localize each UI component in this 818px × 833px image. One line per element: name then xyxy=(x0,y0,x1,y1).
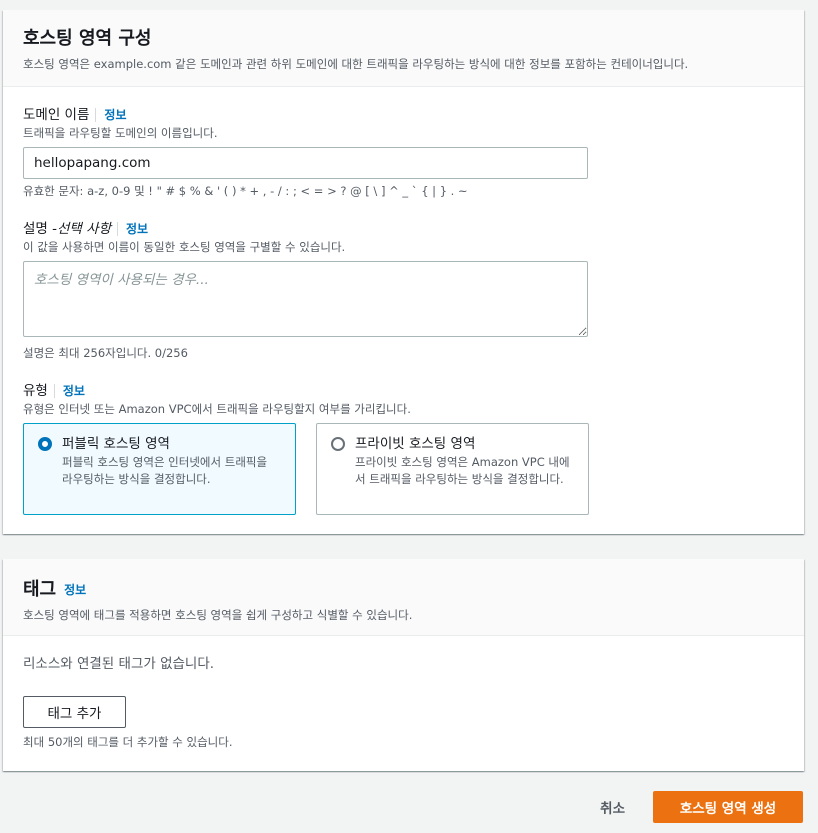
domain-name-description: 트래픽을 라우팅할 도메인의 이름입니다. xyxy=(23,126,218,140)
domain-name-field: 도메인 이름 정보 트래픽을 라우팅할 도메인의 이름입니다. 유효한 문자: … xyxy=(23,105,784,199)
description-field: 설명 - 선택 사항 정보 이 값을 사용하면 이름이 동일한 호스팅 영역을 … xyxy=(23,219,784,361)
add-tag-button[interactable]: 태그 추가 xyxy=(23,696,126,728)
description-info-link[interactable]: 정보 xyxy=(117,222,148,236)
description-textarea[interactable] xyxy=(23,261,588,337)
private-tile-description: 프라이빗 호스팅 영역은 Amazon VPC 내에서 트래픽을 라우팅하는 방… xyxy=(355,455,570,486)
type-field: 유형 정보 유형은 인터넷 또는 Amazon VPC에서 트래픽을 라우팅할지… xyxy=(23,381,784,515)
public-tile-title: 퍼블릭 호스팅 영역 xyxy=(62,436,170,452)
tags-title-row: 태그 정보 xyxy=(23,577,784,603)
public-tile-content: 퍼블릭 호스팅 영역 퍼블릭 호스팅 영역은 인터넷에서 트래픽을 라우팅하는 … xyxy=(62,434,281,488)
public-tile-description: 퍼블릭 호스팅 영역은 인터넷에서 트래픽을 라우팅하는 방식을 결정합니다. xyxy=(62,455,268,486)
tags-title: 태그 xyxy=(23,579,57,600)
private-tile-content: 프라이빗 호스팅 영역 프라이빗 호스팅 영역은 Amazon VPC 내에서 … xyxy=(355,434,574,488)
private-radio-button[interactable] xyxy=(331,437,345,451)
description-constraint: 설명은 최대 256자입니다. 0/256 xyxy=(23,346,188,360)
private-tile-title: 프라이빗 호스팅 영역 xyxy=(355,436,476,452)
type-label-row: 유형 정보 xyxy=(23,381,784,401)
description-label: 설명 - xyxy=(23,221,58,237)
panel-title: 호스팅 영역 구성 xyxy=(23,28,152,49)
type-tiles: 퍼블릭 호스팅 영역 퍼블릭 호스팅 영역은 인터넷에서 트래픽을 라우팅하는 … xyxy=(23,423,784,515)
panel-header: 호스팅 영역 구성 호스팅 영역은 example.com 같은 도메인과 관련… xyxy=(3,10,804,87)
description-label-row: 설명 - 선택 사항 정보 xyxy=(23,219,784,239)
type-label: 유형 xyxy=(23,383,48,399)
description-description: 이 값을 사용하면 이름이 동일한 호스팅 영역을 구별할 수 있습니다. xyxy=(23,240,346,254)
domain-name-input[interactable] xyxy=(23,147,588,179)
domain-name-label-row: 도메인 이름 정보 xyxy=(23,105,784,125)
tags-panel-body: 리소스와 연결된 태그가 없습니다. 태그 추가 최대 50개의 태그를 더 추… xyxy=(3,636,804,770)
tags-panel: 태그 정보 호스팅 영역에 태그를 적용하면 호스팅 영역을 쉽게 구성하고 식… xyxy=(3,559,804,771)
tags-panel-header: 태그 정보 호스팅 영역에 태그를 적용하면 호스팅 영역을 쉽게 구성하고 식… xyxy=(3,559,804,636)
tags-description: 호스팅 영역에 태그를 적용하면 호스팅 영역을 쉽게 구성하고 식별할 수 있… xyxy=(23,608,413,622)
panel-description: 호스팅 영역은 example.com 같은 도메인과 관련 하위 도메인에 대… xyxy=(23,57,689,71)
footer-actions: 취소 호스팅 영역 생성 xyxy=(580,791,803,823)
tags-empty-text: 리소스와 연결된 태그가 없습니다. xyxy=(23,656,215,672)
domain-name-constraint: 유효한 문자: a-z, 0-9 및 ! " # $ % & ' ( ) * +… xyxy=(23,184,468,198)
type-description: 유형은 인터넷 또는 Amazon VPC에서 트래픽을 라우팅할지 여부를 가… xyxy=(23,402,411,416)
domain-name-info-link[interactable]: 정보 xyxy=(95,108,127,122)
cancel-button[interactable]: 취소 xyxy=(580,791,645,823)
description-optional-label: 선택 사항 xyxy=(57,221,111,237)
domain-name-label: 도메인 이름 xyxy=(23,107,90,123)
private-hosted-zone-tile[interactable]: 프라이빗 호스팅 영역 프라이빗 호스팅 영역은 Amazon VPC 내에서 … xyxy=(316,423,589,515)
hosted-zone-config-panel: 호스팅 영역 구성 호스팅 영역은 example.com 같은 도메인과 관련… xyxy=(3,10,804,534)
panel-body: 도메인 이름 정보 트래픽을 라우팅할 도메인의 이름입니다. 유효한 문자: … xyxy=(3,87,804,535)
create-hosted-zone-button[interactable]: 호스팅 영역 생성 xyxy=(653,791,803,823)
public-hosted-zone-tile[interactable]: 퍼블릭 호스팅 영역 퍼블릭 호스팅 영역은 인터넷에서 트래픽을 라우팅하는 … xyxy=(23,423,296,515)
tags-info-link[interactable]: 정보 xyxy=(64,583,86,597)
public-radio-button[interactable] xyxy=(38,437,52,451)
tags-limit-text: 최대 50개의 태그를 더 추가할 수 있습니다. xyxy=(23,735,233,749)
type-info-link[interactable]: 정보 xyxy=(53,384,85,398)
